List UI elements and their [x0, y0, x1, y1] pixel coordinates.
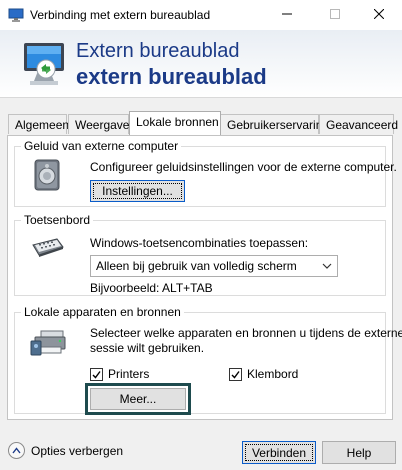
- printers-label: Printers: [108, 367, 150, 381]
- more-devices-label: Meer...: [119, 392, 157, 406]
- tab-algemeen[interactable]: Algemeen: [8, 114, 69, 134]
- keyboard-combo-select[interactable]: Alleen bij gebruik van volledig scherm: [90, 255, 338, 277]
- chevron-down-icon: [322, 260, 332, 274]
- printers-checkbox[interactable]: Printers: [90, 367, 149, 381]
- devices-group: Lokale apparaten en bronnen Selecteer we…: [14, 305, 402, 415]
- minimize-button[interactable]: [264, 0, 310, 30]
- header-title: Extern bureaublad: [76, 40, 240, 62]
- chevron-up-icon: [8, 442, 25, 459]
- tab-weergave[interactable]: Weergave: [68, 114, 129, 134]
- remote-desktop-icon: [8, 7, 24, 23]
- checkmark-icon: [231, 370, 240, 379]
- more-devices-button[interactable]: Meer...: [85, 383, 191, 415]
- keyboard-group: Toetsenbord Windows-toetsencombinaties t…: [14, 213, 386, 296]
- devices-description-line2: sessie wilt gebruiken.: [90, 341, 205, 355]
- window-title: Verbinding met extern bureaublad: [30, 8, 211, 22]
- printers-checkbox-box[interactable]: [90, 367, 103, 381]
- clipboard-checkbox-box[interactable]: [229, 367, 242, 381]
- title-bar: Verbinding met extern bureaublad: [0, 0, 402, 30]
- options-toggle-label: Opties verbergen: [31, 443, 124, 458]
- keyboard-example: Bijvoorbeeld: ALT+TAB: [90, 281, 213, 295]
- options-toggle[interactable]: Opties verbergen: [8, 442, 123, 459]
- maximize-icon: [330, 8, 340, 22]
- help-button[interactable]: Help: [322, 441, 396, 464]
- speaker-icon: [33, 159, 63, 194]
- maximize-button[interactable]: [312, 0, 358, 30]
- sound-group: Geluid van externe computer Configureer …: [14, 139, 397, 207]
- clipboard-checkbox[interactable]: Klembord: [229, 367, 298, 381]
- tab-panel: Geluid van externe computer Configureer …: [7, 135, 402, 420]
- devices-description-line1: Selecteer welke apparaten en bronnen u t…: [90, 326, 402, 340]
- minimize-icon: [282, 8, 292, 22]
- connect-label: Verbinden: [251, 445, 307, 460]
- header-banner: Extern bureaublad extern bureaublad: [0, 30, 402, 98]
- sound-description: Configureer geluidsinstellingen voor de …: [90, 160, 397, 174]
- keyboard-description: Windows-toetsencombinaties toepassen:: [90, 236, 309, 250]
- close-icon: [373, 8, 385, 22]
- devices-legend: Lokale apparaten en bronnen: [21, 305, 184, 319]
- connect-button[interactable]: Verbinden: [242, 441, 316, 464]
- sound-settings-label: Instellingen...: [102, 184, 173, 198]
- keyboard-icon: [31, 237, 65, 262]
- tab-geavanceerd[interactable]: Geavanceerd: [319, 114, 398, 134]
- tab-gebruikerservaring[interactable]: Gebruikerservaring: [220, 114, 329, 134]
- remote-desktop-icon: [18, 39, 68, 91]
- header-subtitle: extern bureaublad: [76, 64, 267, 89]
- checkmark-icon: [92, 370, 101, 379]
- clipboard-label: Klembord: [247, 367, 299, 381]
- devices-icon: [29, 327, 67, 360]
- keyboard-legend: Toetsenbord: [21, 213, 94, 227]
- sound-settings-button[interactable]: Instellingen...: [90, 180, 185, 202]
- help-label: Help: [346, 445, 372, 460]
- sound-legend: Geluid van externe computer: [21, 139, 182, 153]
- close-button[interactable]: [356, 0, 402, 30]
- keyboard-combo-value: Alleen bij gebruik van volledig scherm: [96, 259, 297, 273]
- tab-lokale-bronnen[interactable]: Lokale bronnen: [129, 111, 221, 135]
